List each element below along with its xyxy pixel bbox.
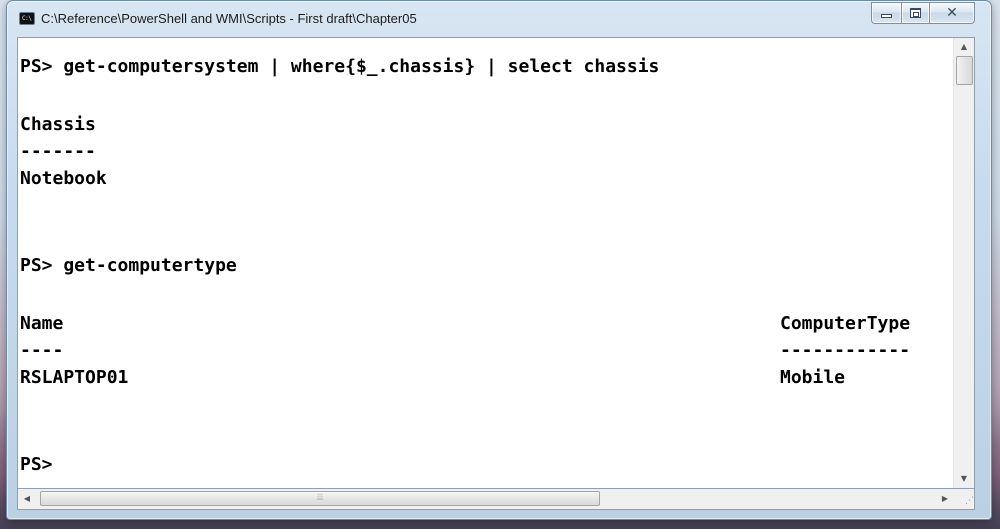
console-line: Name ComputerType [20,309,954,338]
console-line: ------- [20,139,954,164]
console-line-text: RSLAPTOP01 [20,367,129,388]
console-line: PS> [20,450,954,479]
console-client-area[interactable]: PS> get-computersystem | where{$_.chassi… [17,37,975,489]
console-line-text: PS> get-computertype [20,255,237,276]
console-line-text: PS> get-computersystem | where{$_.chassi… [20,56,660,77]
scroll-up-arrow-icon[interactable]: ▲ [954,38,974,56]
console-line: Chassis [20,110,954,139]
scroll-down-arrow-icon[interactable]: ▼ [954,470,974,488]
console-column-value: Mobile [780,367,846,388]
window-title: C:\Reference\PowerShell and WMI\Scripts … [41,11,417,26]
console-line: Notebook [20,164,954,193]
close-icon: ✕ [946,5,958,21]
console-line: RSLAPTOP01 Mobile [20,363,954,392]
caption-buttons: ✕ [871,2,975,26]
maximize-icon [910,8,921,18]
console-line-text: ---- [20,340,64,361]
console-column-value: ComputerType [780,313,911,334]
console-line-text: ------- [20,141,96,162]
console-icon[interactable]: C:\ [19,12,35,25]
console-line-text: Chassis [20,114,96,135]
console-column-value: ------------ [780,340,911,361]
close-button[interactable]: ✕ [929,2,975,24]
minimize-button[interactable] [871,2,901,24]
console-line: PS> get-computersystem | where{$_.chassi… [20,52,954,81]
vertical-scroll-thumb[interactable] [956,56,973,85]
scroll-left-arrow-icon[interactable]: ◀ [18,489,36,509]
maximize-button[interactable] [901,2,929,24]
grip-icon: ⦙⦙⦙ [316,493,324,503]
title-bar[interactable]: C:\ C:\Reference\PowerShell and WMI\Scri… [7,1,991,37]
powershell-window: C:\ C:\Reference\PowerShell and WMI\Scri… [6,0,992,520]
console-line-text: Name [20,313,64,334]
vertical-scrollbar[interactable]: ▲ ▼ [953,38,974,488]
console-output[interactable]: PS> get-computersystem | where{$_.chassi… [18,38,954,488]
console-line: PS> get-computertype [20,251,954,280]
size-grip-icon[interactable]: ⋰ [954,489,974,509]
horizontal-scrollbar[interactable]: ◀ ⦙⦙⦙ ▶ ⋰ [17,489,975,510]
console-line-text: Notebook [20,168,107,189]
horizontal-scroll-thumb[interactable]: ⦙⦙⦙ [40,491,600,506]
console-line-text: PS> [20,454,53,475]
console-line: ---- ------------ [20,338,954,363]
scroll-right-arrow-icon[interactable]: ▶ [936,489,954,509]
minimize-icon [881,14,892,18]
